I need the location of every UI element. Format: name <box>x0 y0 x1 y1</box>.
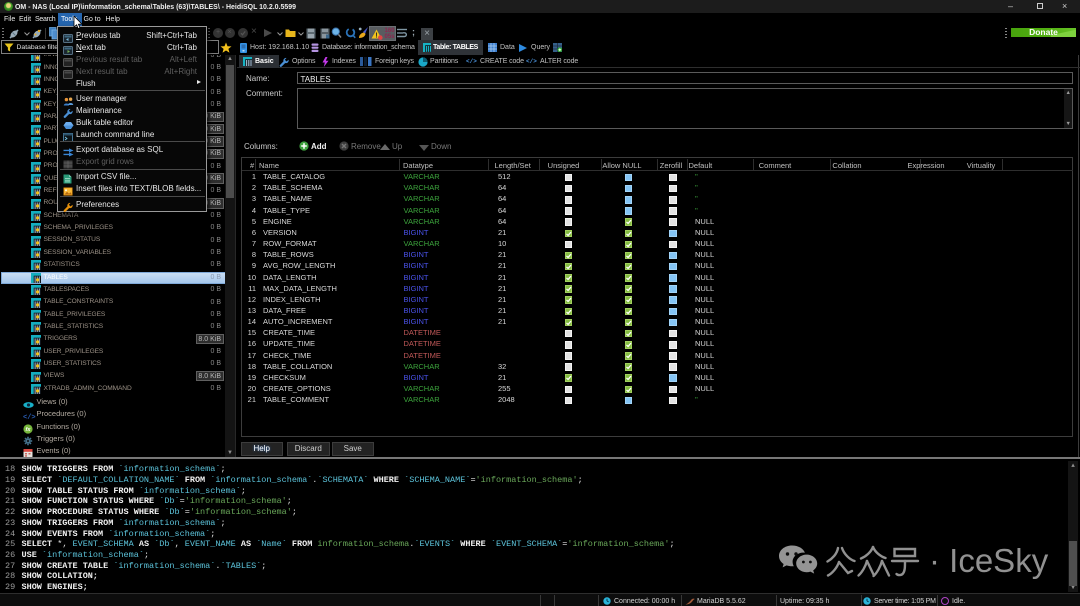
svg-text:!: ! <box>375 33 377 40</box>
